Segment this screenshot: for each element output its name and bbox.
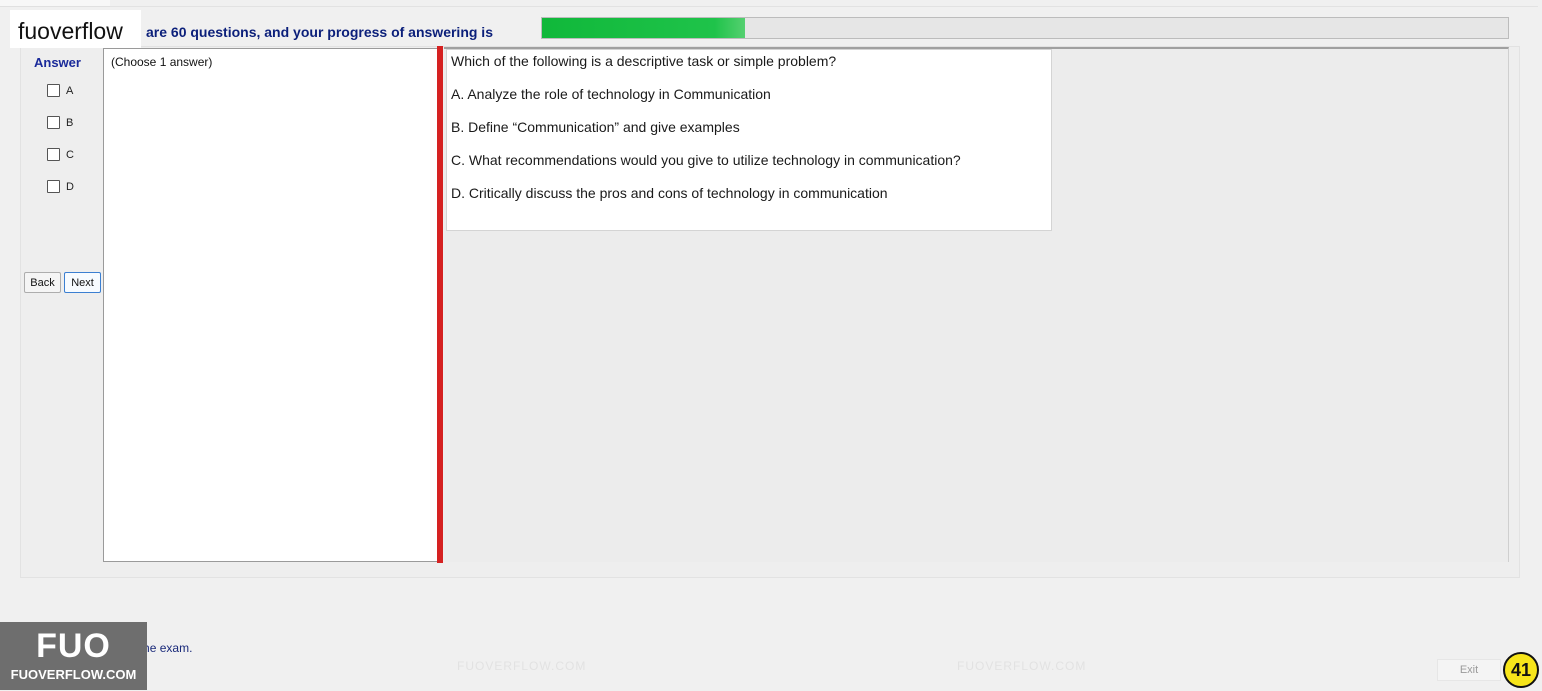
- answer-option-d[interactable]: D: [47, 180, 74, 193]
- answer-option-label: D: [66, 180, 74, 193]
- answer-title: Answer: [34, 55, 81, 70]
- back-button[interactable]: Back: [24, 272, 61, 293]
- answer-checkbox-a[interactable]: [47, 84, 60, 97]
- question-option-a: A. Analyze the role of technology in Com…: [451, 86, 771, 102]
- next-button[interactable]: Next: [64, 272, 101, 293]
- question-box: Which of the following is a descriptive …: [446, 49, 1052, 231]
- logo-big-text: FUO: [36, 627, 111, 665]
- question-option-c: C. What recommendations would you give t…: [451, 152, 961, 168]
- progress-bar-fill: [542, 18, 745, 38]
- question-option-b: B. Define “Communication” and give examp…: [451, 119, 740, 135]
- choose-answer-panel: (Choose 1 answer): [103, 48, 438, 562]
- progress-bar: [541, 17, 1509, 39]
- answer-checkbox-b[interactable]: [47, 116, 60, 129]
- fuo-logo: FUO FUOVERFLOW.COM: [0, 622, 147, 690]
- page-number-badge: 41: [1503, 652, 1539, 688]
- answer-option-a[interactable]: A: [47, 84, 73, 97]
- exit-button[interactable]: Exit: [1437, 659, 1501, 681]
- answer-option-c[interactable]: C: [47, 148, 74, 161]
- panel-splitter[interactable]: [437, 46, 443, 563]
- question-text: Which of the following is a descriptive …: [451, 53, 837, 69]
- brand-label: fuoverflow: [10, 10, 141, 48]
- answer-option-label: C: [66, 148, 74, 161]
- progress-text: are 60 questions, and your progress of a…: [146, 24, 493, 40]
- answer-checkbox-d[interactable]: [47, 180, 60, 193]
- answer-option-label: B: [66, 116, 74, 129]
- watermark-text: FUOVERFLOW.COM: [457, 659, 587, 673]
- answer-option-b[interactable]: B: [47, 116, 73, 129]
- question-option-d: D. Critically discuss the pros and cons …: [451, 185, 888, 201]
- watermark-text: FUOVERFLOW.COM: [957, 659, 1087, 673]
- choose-instruction: (Choose 1 answer): [111, 55, 213, 69]
- answer-option-label: A: [66, 84, 74, 97]
- title-strip: [0, 0, 110, 7]
- answer-checkbox-c[interactable]: [47, 148, 60, 161]
- logo-small-text: FUOVERFLOW.COM: [10, 667, 137, 682]
